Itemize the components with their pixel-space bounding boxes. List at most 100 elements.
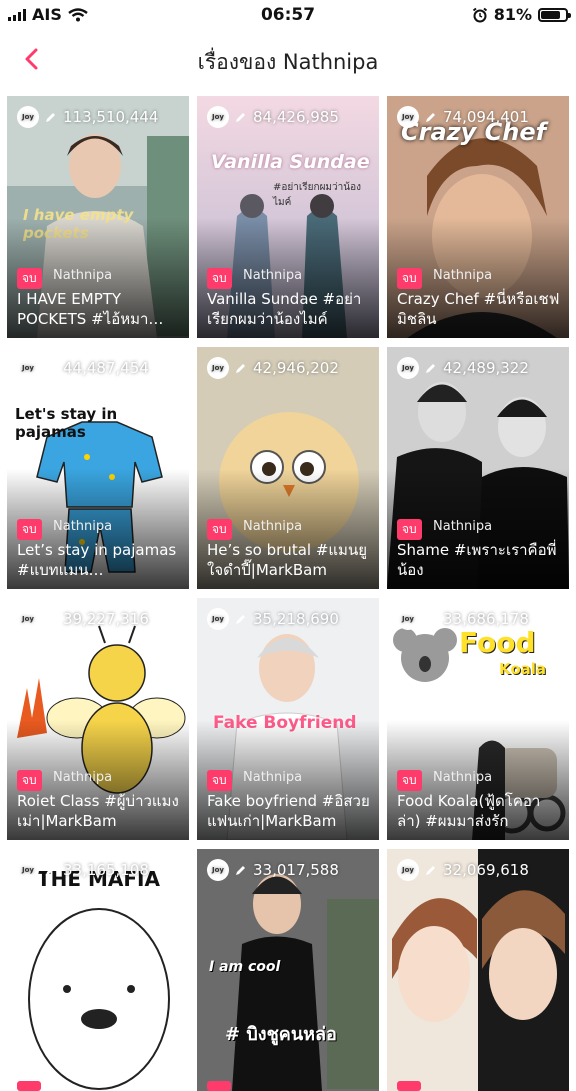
pencil-icon [46, 364, 55, 373]
story-card[interactable]: Vanilla Sundae #อย่าเรียกผมว่าน้องไมค์ J… [197, 96, 379, 338]
cover-image [387, 849, 569, 1091]
view-count-value: 33,686,178 [443, 610, 529, 628]
joy-logo-icon: Joy [17, 106, 39, 128]
author-name: Nathnipa [53, 519, 113, 534]
status-badge [397, 1081, 421, 1091]
pencil-icon [426, 364, 435, 373]
status-right: 81% [472, 5, 571, 24]
nav-header: เรื่องของ Nathnipa [0, 36, 576, 84]
pencil-icon [426, 615, 435, 624]
author-name: Nathnipa [243, 770, 303, 785]
joy-logo-icon: Joy [207, 608, 229, 630]
cover-subtext: Koala [499, 660, 547, 678]
joy-logo-icon: Joy [397, 106, 419, 128]
joy-logo-icon: Joy [207, 106, 229, 128]
story-card[interactable]: Fake Boyfriend Joy 35,218,690 จบ Nathnip… [197, 598, 379, 840]
story-card[interactable]: Joy 42,946,202 จบ Nathnipa He’s so bruta… [197, 347, 379, 589]
status-badge [207, 1081, 231, 1091]
view-count: Joy 33,686,178 [397, 608, 529, 630]
status-badge: จบ [397, 268, 422, 289]
page-title: เรื่องของ Nathnipa [197, 50, 379, 74]
story-card[interactable]: Crazy Chef Joy 74,094,401 จบ Nathnipa Cr… [387, 96, 569, 338]
view-count: Joy 33,165,108 [17, 859, 149, 881]
view-count-value: 42,489,322 [443, 359, 529, 377]
cover-subtext: # บิงชูคนหล่อ [225, 1024, 337, 1045]
battery-icon [538, 7, 571, 22]
status-bar: AIS 06:57 81% [0, 0, 576, 30]
view-count: Joy 113,510,444 [17, 106, 158, 128]
view-count-value: 44,487,454 [63, 359, 149, 377]
status-badge: จบ [397, 770, 422, 791]
cover-text: Vanilla Sundae [211, 151, 370, 173]
status-badge: จบ [17, 770, 42, 791]
story-title: Food Koala(ฟู้ดโคอาล่า) #ผมมาส่งรัก [397, 792, 541, 830]
pencil-icon [236, 866, 245, 875]
view-count: Joy 42,489,322 [397, 357, 529, 379]
view-count-value: 33,017,588 [253, 861, 339, 879]
joy-logo-icon: Joy [17, 357, 39, 379]
view-count-value: 84,426,985 [253, 108, 339, 126]
story-card[interactable]: Joy 32,069,618 [387, 849, 569, 1091]
alarm-icon [472, 7, 487, 22]
status-badge: จบ [207, 770, 232, 791]
view-count-value: 74,094,401 [443, 108, 529, 126]
author-name: Nathnipa [433, 770, 493, 785]
story-title: Vanilla Sundae #อย่าเรียกผมว่าน้องไมค์ [207, 290, 362, 328]
pencil-icon [426, 113, 435, 122]
author-name: Nathnipa [243, 519, 303, 534]
pencil-icon [46, 113, 55, 122]
joy-logo-icon: Joy [207, 357, 229, 379]
cover-text: I am cool [209, 959, 281, 975]
pencil-icon [236, 615, 245, 624]
cover-text: Let's stay in pajamas [15, 405, 118, 441]
view-count: Joy 33,017,588 [207, 859, 339, 881]
view-count-value: 42,946,202 [253, 359, 339, 377]
story-card[interactable]: Joy 39,227,316 จบ Nathnipa Roiet Class #… [7, 598, 189, 840]
story-card[interactable]: Joy 42,489,322 จบ Nathnipa Shame #เพราะเ… [387, 347, 569, 589]
status-badge: จบ [207, 268, 232, 289]
story-card[interactable]: Food Koala Joy 33,686,178 จบ Nathnipa Fo… [387, 598, 569, 840]
status-badge: จบ [17, 268, 42, 289]
status-badge: จบ [397, 519, 422, 540]
joy-logo-icon: Joy [17, 859, 39, 881]
joy-logo-icon: Joy [207, 859, 229, 881]
pencil-icon [46, 866, 55, 875]
view-count-value: 113,510,444 [63, 108, 159, 126]
view-count: Joy 42,946,202 [207, 357, 339, 379]
story-card[interactable]: I have empty pockets Joy 113,510,444 จบ … [7, 96, 189, 338]
view-count: Joy 84,426,985 [207, 106, 339, 128]
cover-text: Food [459, 626, 536, 659]
view-count-value: 33,165,108 [63, 861, 149, 879]
pencil-icon [236, 113, 245, 122]
pencil-icon [236, 364, 245, 373]
story-title: Fake boyfriend #อิสวยแฟนเก่า|MarkBam [207, 792, 370, 830]
status-badge [17, 1081, 41, 1091]
view-count: Joy 32,069,618 [397, 859, 529, 881]
author-name: Nathnipa [53, 770, 113, 785]
cover-subtext: #อย่าเรียกผมว่าน้องไมค์ [273, 182, 361, 208]
view-count-value: 39,227,316 [63, 610, 149, 628]
story-title: He’s so brutal #แมนยูใจดำปี๊|MarkBam [207, 541, 367, 579]
status-badge: จบ [17, 519, 42, 540]
battery-percent: 81% [493, 5, 532, 24]
story-title: I HAVE EMPTY POCKETS #ไอ้หมา… [17, 290, 164, 328]
pencil-icon [46, 615, 55, 624]
view-count-value: 35,218,690 [253, 610, 339, 628]
view-count: Joy 74,094,401 [397, 106, 529, 128]
joy-logo-icon: Joy [397, 859, 419, 881]
author-name: Nathnipa [433, 268, 493, 283]
view-count-value: 32,069,618 [443, 861, 529, 879]
story-card[interactable]: I am cool # บิงชูคนหล่อ Joy 33,017,588 [197, 849, 379, 1091]
story-title: Let’s stay in pajamas #แบทแมน… [17, 541, 177, 579]
author-name: Nathnipa [53, 268, 113, 283]
story-title: Roiet Class #ผู้บ่าวแมงเม่า|MarkBam [17, 792, 179, 830]
story-card[interactable]: THE MAFIA Joy 33,165,108 [7, 849, 189, 1091]
status-badge: จบ [207, 519, 232, 540]
view-count: Joy 35,218,690 [207, 608, 339, 630]
joy-logo-icon: Joy [397, 608, 419, 630]
view-count: Joy 39,227,316 [17, 608, 149, 630]
view-count: Joy 44,487,454 [17, 357, 149, 379]
story-card[interactable]: Let's stay in pajamas Joy 44,487,454 จบ … [7, 347, 189, 589]
story-title: Shame #เพราะเราคือพี่น้อง [397, 541, 557, 579]
author-name: Nathnipa [433, 519, 493, 534]
